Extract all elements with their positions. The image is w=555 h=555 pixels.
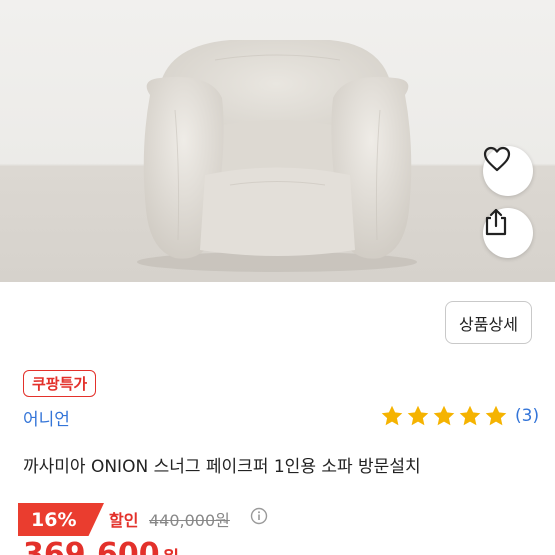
review-count[interactable]: (3) [515,406,539,426]
heart-icon [483,146,511,172]
share-button[interactable] [483,208,533,258]
brand-link[interactable]: 어니언 [23,405,70,430]
sale-price-value: 369,600 [23,537,160,555]
star-icon [485,405,507,426]
original-price: 440,000원 [149,511,230,530]
currency-unit: 원 [163,548,180,555]
rating[interactable]: (3) [380,404,539,428]
star-icon [381,405,403,426]
sale-label: 할인 [109,511,139,530]
share-icon [485,208,507,236]
star-icon [459,405,481,426]
product-detail-button[interactable]: 상품상세 [445,301,532,344]
star-icon [433,405,455,426]
sofa-illustration [137,40,417,272]
sale-price: 369,600원 [23,537,179,555]
info-icon[interactable] [250,507,268,525]
discount-rate-tag: 16% [18,503,104,536]
star-icon [407,405,429,426]
product-title: 까사미아 ONION 스너그 페이크퍼 1인용 소파 방문설치 [23,457,421,477]
product-image[interactable] [0,0,555,282]
coupang-special-badge: 쿠팡특가 [23,370,97,397]
like-button[interactable] [483,146,533,196]
